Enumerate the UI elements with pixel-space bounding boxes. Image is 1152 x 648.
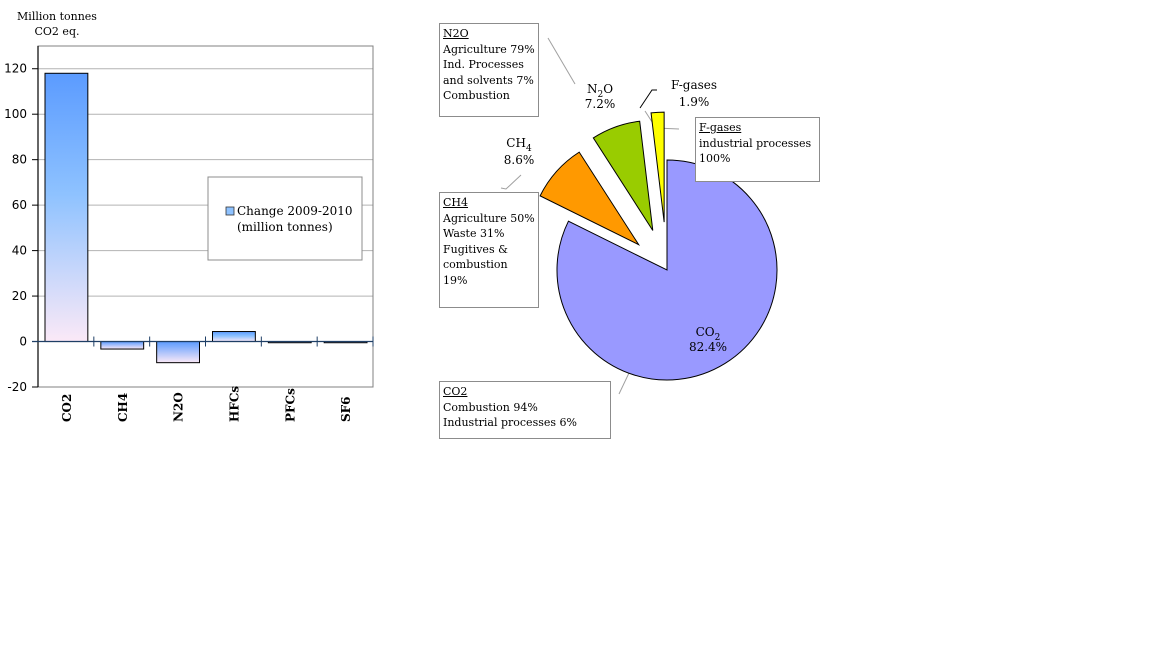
callout-co2-line: Combustion 94% xyxy=(443,400,538,414)
callout-co2: CO2 Combustion 94% Industrial processes … xyxy=(439,381,611,439)
callout-fgases-line: 100% xyxy=(699,152,731,165)
callout-n2o-line: Agriculture 79% xyxy=(443,42,535,56)
leader-line-ch4 xyxy=(500,174,522,190)
pie-chart: CO2 82.4% CH4 8.6% N2O 7.2% F-gases 1.9% xyxy=(500,37,778,395)
callout-n2o-line: Combustion xyxy=(443,89,510,102)
slice-label-fgases: F-gases xyxy=(671,78,717,92)
callout-fgases-title: F-gases xyxy=(699,121,742,134)
leader-line-n2o xyxy=(547,37,576,85)
slice-pct-fgases: 1.9% xyxy=(679,95,710,109)
callout-co2-title: CO2 xyxy=(443,385,468,398)
callout-ch4-line: 19% xyxy=(443,273,468,287)
leader-line-fgases-label xyxy=(639,89,657,109)
callout-co2-line: Industrial processes 6% xyxy=(443,416,577,429)
slice-pct-n2o: 7.2% xyxy=(585,97,616,111)
callout-ch4: CH4 Agriculture 50% Waste 31% Fugitives … xyxy=(439,192,539,308)
callout-fgases: F-gases industrial processes 100% xyxy=(695,117,820,182)
callout-ch4-line: Fugitives & xyxy=(443,242,508,256)
callout-ch4-line: combustion xyxy=(443,258,508,271)
callout-n2o-title: N2O xyxy=(443,27,469,40)
slice-pct-co2: 82.4% xyxy=(689,340,727,354)
callout-fgases-line: industrial processes xyxy=(699,136,812,150)
callout-ch4-title: CH4 xyxy=(443,196,469,209)
slice-label-ch4: CH4 xyxy=(506,136,532,154)
callout-ch4-line: Agriculture 50% xyxy=(443,211,535,225)
callout-n2o-line: Ind. Processes xyxy=(443,58,524,71)
callout-ch4-line: Waste 31% xyxy=(443,227,505,240)
slice-pct-ch4: 8.6% xyxy=(504,153,535,167)
chart-canvas: Million tonnes CO2 eq. -20 0 20 40 60 80 100 12… xyxy=(0,0,1152,648)
pie-slice-f-gases xyxy=(650,111,665,223)
callout-n2o-line: and solvents 7% xyxy=(443,73,534,87)
callout-n2o: N2O Agriculture 79% Ind. Processes and s… xyxy=(439,23,539,117)
